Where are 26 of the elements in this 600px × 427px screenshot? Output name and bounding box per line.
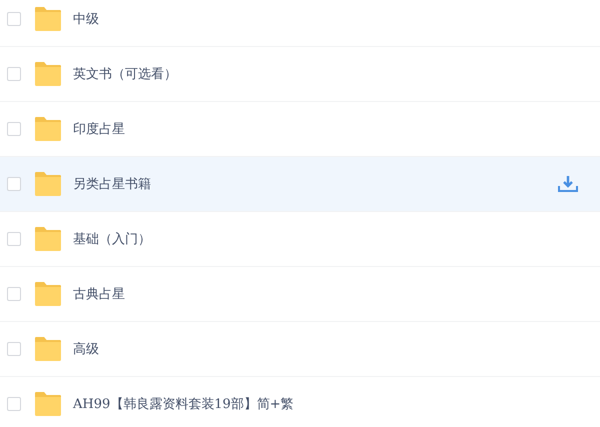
folder-icon [35,282,61,306]
checkbox[interactable] [7,122,21,136]
folder-icon [35,62,61,86]
checkbox[interactable] [7,177,21,191]
folder-icon [35,392,61,416]
checkbox[interactable] [7,12,21,26]
file-row[interactable]: 另类占星书籍 [0,157,600,212]
checkbox[interactable] [7,287,21,301]
folder-name[interactable]: AH99【韩良露资料套装19部】简+繁 [73,395,578,413]
folder-icon [35,227,61,251]
checkbox[interactable] [7,67,21,81]
checkbox[interactable] [7,232,21,246]
folder-name[interactable]: 高级 [73,340,578,358]
folder-name[interactable]: 另类占星书籍 [73,175,558,193]
folder-name[interactable]: 基础（入门） [73,230,578,248]
folder-name[interactable]: 中级 [73,10,578,28]
folder-name[interactable]: 英文书（可选看） [73,65,578,83]
folder-name[interactable]: 古典占星 [73,285,578,303]
download-button[interactable] [558,175,578,193]
folder-icon [35,7,61,31]
checkbox[interactable] [7,342,21,356]
checkbox[interactable] [7,397,21,411]
folder-icon [35,337,61,361]
folder-name[interactable]: 印度占星 [73,120,578,138]
folder-icon [35,172,61,196]
folder-icon [35,117,61,141]
